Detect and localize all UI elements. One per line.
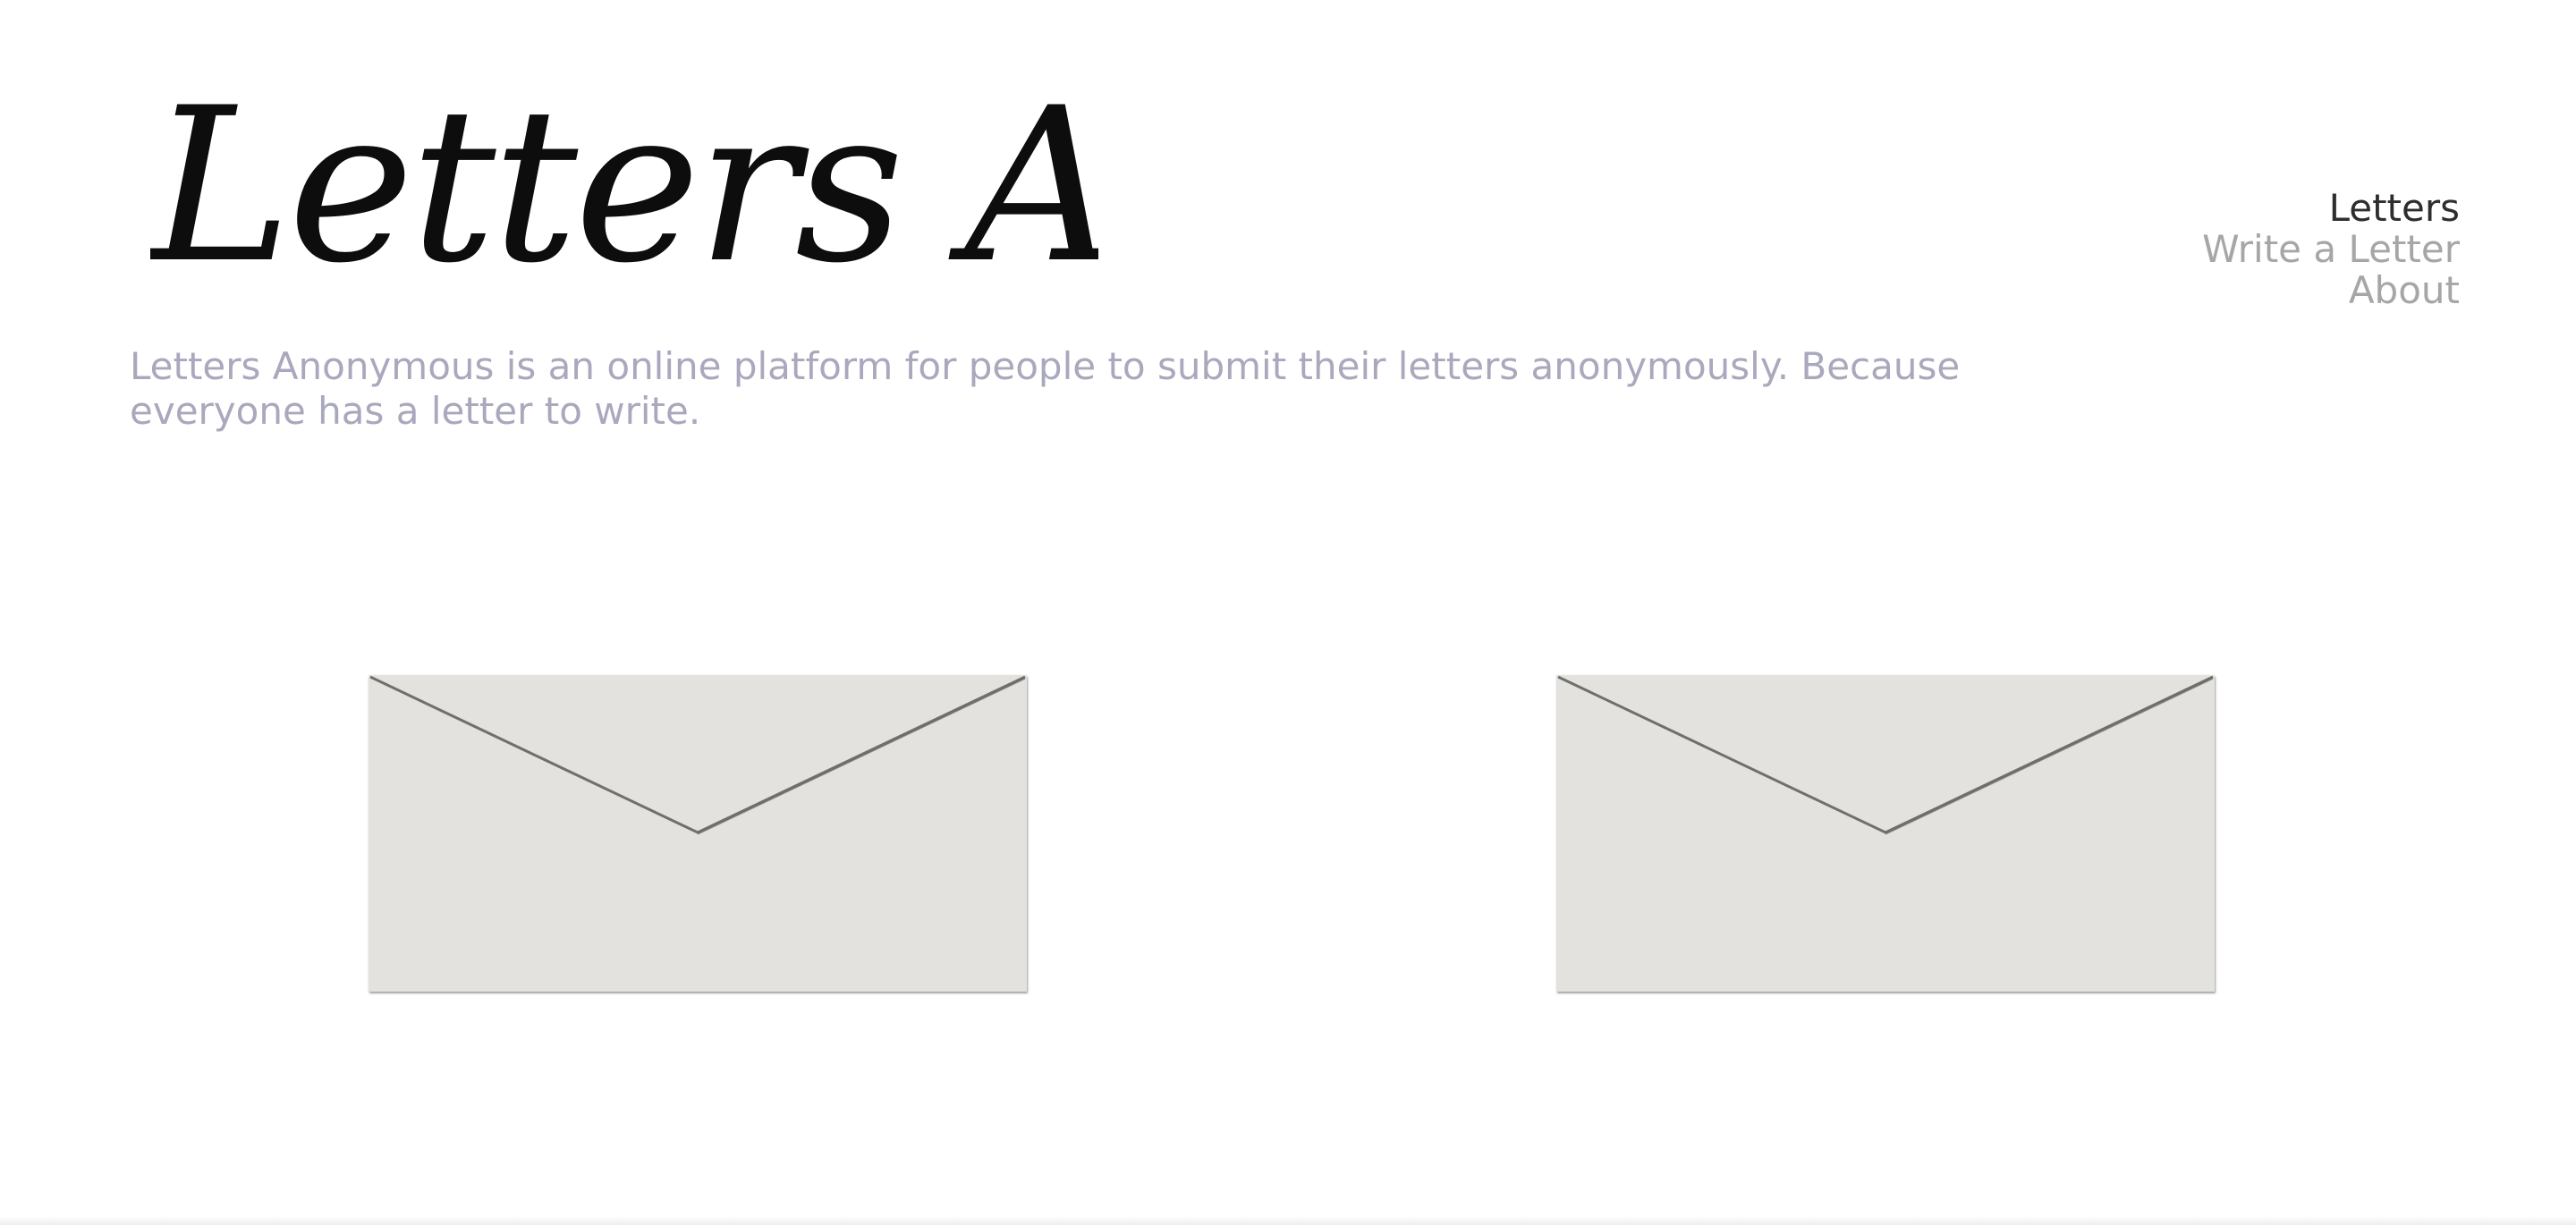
letter-envelope-1[interactable] — [369, 675, 1027, 992]
site-tagline: Letters Anonymous is an online platform … — [130, 344, 1961, 433]
envelope-icon — [1557, 675, 2214, 835]
letter-envelope-2[interactable] — [1556, 675, 2215, 992]
logo-script: Letters Anonymous — [150, 72, 1098, 310]
site-logo[interactable]: Letters Anonymous — [150, 72, 1098, 340]
envelope-icon — [369, 675, 1026, 835]
nav-link-write-a-letter[interactable]: Write a Letter — [2202, 229, 2460, 270]
logo-text: Letters Anonymous — [150, 72, 1098, 310]
main-nav: Letters Write a Letter About — [2202, 188, 2460, 311]
page-bottom-edge — [0, 1216, 2576, 1225]
nav-link-letters[interactable]: Letters — [2329, 188, 2460, 229]
page: Letters Anonymous Letters Anonymous is a… — [0, 0, 2576, 1225]
nav-link-about[interactable]: About — [2349, 270, 2460, 311]
